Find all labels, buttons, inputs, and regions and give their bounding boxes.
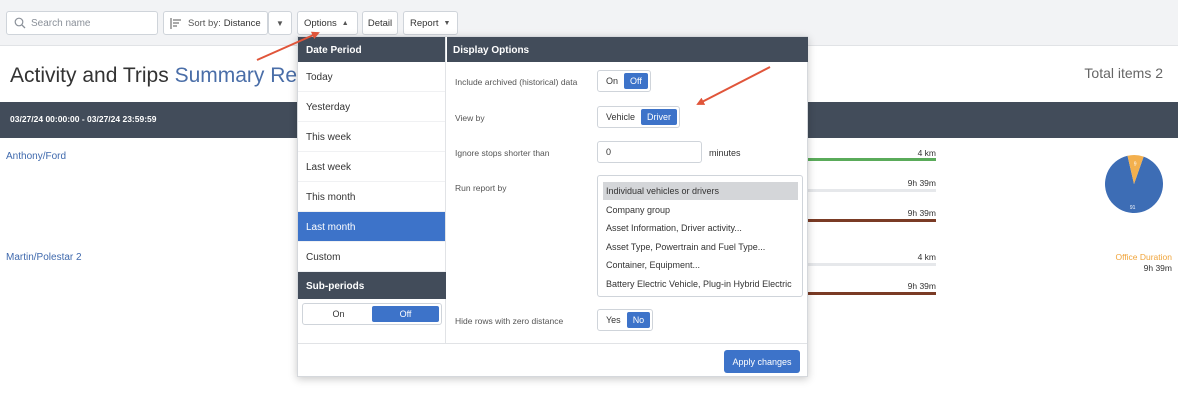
office-duration: Office Duration 9h 39m (1115, 252, 1172, 274)
duration-bar (806, 219, 936, 222)
date-range-text: 03/27/24 00:00:00 - 03/27/24 23:59:59 (10, 114, 157, 124)
chevron-down-icon: ▼ (276, 18, 284, 28)
popup-footer: Apply changes (298, 343, 807, 377)
row-name-link[interactable]: Anthony/Ford (6, 151, 66, 162)
apply-changes-button[interactable]: Apply changes (724, 350, 800, 373)
detail-button[interactable]: Detail (362, 11, 398, 35)
period-custom[interactable]: Custom (298, 242, 445, 272)
display-options-header: Display Options (447, 37, 808, 62)
search-icon (14, 17, 26, 29)
ignore-stops-input[interactable]: 0 (597, 141, 702, 163)
period-this-month[interactable]: This month (298, 182, 445, 212)
subperiods-off-option[interactable]: Off (372, 306, 439, 322)
report-label: Report (410, 17, 439, 29)
row-name-link[interactable]: Martin/Polestar 2 (6, 252, 82, 263)
period-yesterday[interactable]: Yesterday (298, 92, 445, 122)
archived-on-option[interactable]: On (600, 73, 624, 89)
hide-zero-label: Hide rows with zero distance (455, 316, 564, 326)
detail-label: Detail (367, 17, 393, 29)
search-input[interactable] (31, 16, 151, 31)
minutes-label: minutes (709, 148, 741, 158)
period-this-week[interactable]: This week (298, 122, 445, 152)
office-duration-value: 9h 39m (1143, 263, 1172, 273)
subperiods-on-option[interactable]: On (305, 306, 372, 322)
sort-by-label: Sort by: (188, 17, 221, 29)
run-report-option[interactable]: Battery Electric Vehicle, Plug-in Hybrid… (603, 275, 798, 293)
view-by-toggle: Vehicle Driver (597, 106, 681, 128)
duration-bar (806, 292, 936, 295)
archived-toggle: On Off (597, 70, 651, 92)
distance-value: 4 km (917, 148, 936, 158)
duration-bar-track (806, 189, 936, 192)
page-title-sub: Summary Rep (174, 64, 309, 87)
distance-value: 4 km (917, 252, 936, 262)
sort-icon (170, 17, 182, 29)
view-vehicle-option[interactable]: Vehicle (600, 109, 641, 125)
office-duration-label: Office Duration (1115, 252, 1172, 262)
search-box[interactable] (6, 11, 158, 35)
archived-label: Include archived (historical) data (455, 77, 578, 87)
chevron-down-icon: ▼ (443, 19, 451, 27)
display-options-panel: Display Options Include archived (histor… (447, 37, 808, 343)
options-label: Options (304, 17, 337, 29)
run-report-option[interactable]: Company group (603, 201, 798, 219)
view-by-label: View by (455, 113, 485, 123)
date-period-header: Date Period (298, 37, 445, 62)
duration-value: 9h 39m (907, 281, 936, 291)
duration-value: 9h 39m (907, 208, 936, 218)
run-report-option[interactable]: Asset Information, Driver activity... (603, 219, 798, 237)
ignore-stops-label: Ignore stops shorter than (455, 148, 550, 158)
distance-bar-track (806, 263, 936, 266)
options-popup: Date Period Today Yesterday This week La… (297, 36, 808, 377)
hide-yes-option[interactable]: Yes (600, 312, 627, 328)
run-report-option[interactable]: Individual vehicles or drivers (603, 182, 798, 200)
run-report-label: Run report by (455, 183, 507, 193)
page-title-main: Activity and Trips (10, 64, 169, 87)
pie-label-main: 91 (1130, 205, 1136, 211)
archived-off-option[interactable]: Off (624, 73, 648, 89)
run-report-option[interactable]: Asset Type, Powertrain and Fuel Type... (603, 238, 798, 256)
date-period-panel: Date Period Today Yesterday This week La… (298, 37, 446, 343)
run-report-listbox[interactable]: Individual vehicles or drivers Company g… (597, 175, 803, 297)
sort-by-value: Distance (223, 17, 261, 29)
period-last-week[interactable]: Last week (298, 152, 445, 182)
period-last-month[interactable]: Last month (298, 212, 445, 242)
distance-bar (806, 158, 936, 161)
activity-pie-chart: 91 9 (1105, 155, 1164, 214)
hide-zero-toggle: Yes No (597, 309, 654, 331)
run-report-option[interactable]: Container, Equipment... (603, 256, 798, 274)
options-button[interactable]: Options ▲ (297, 11, 358, 35)
total-items: Total items 2 (1084, 65, 1163, 81)
hide-no-option[interactable]: No (626, 312, 651, 328)
sort-by-button[interactable]: Sort by: Distance (163, 11, 268, 35)
report-button[interactable]: Report ▼ (403, 11, 458, 35)
period-today[interactable]: Today (298, 62, 445, 92)
subperiods-toggle: On Off (302, 303, 442, 325)
subperiods-header: Sub-periods (298, 272, 446, 299)
duration-value: 9h 39m (907, 178, 936, 188)
pie-label-minor: 9 (1134, 162, 1137, 168)
page-title: Activity and Trips Summary Rep (10, 64, 309, 88)
sort-direction-button[interactable]: ▼ (268, 11, 292, 35)
chevron-up-icon: ▲ (341, 19, 349, 27)
view-driver-option[interactable]: Driver (641, 109, 678, 125)
